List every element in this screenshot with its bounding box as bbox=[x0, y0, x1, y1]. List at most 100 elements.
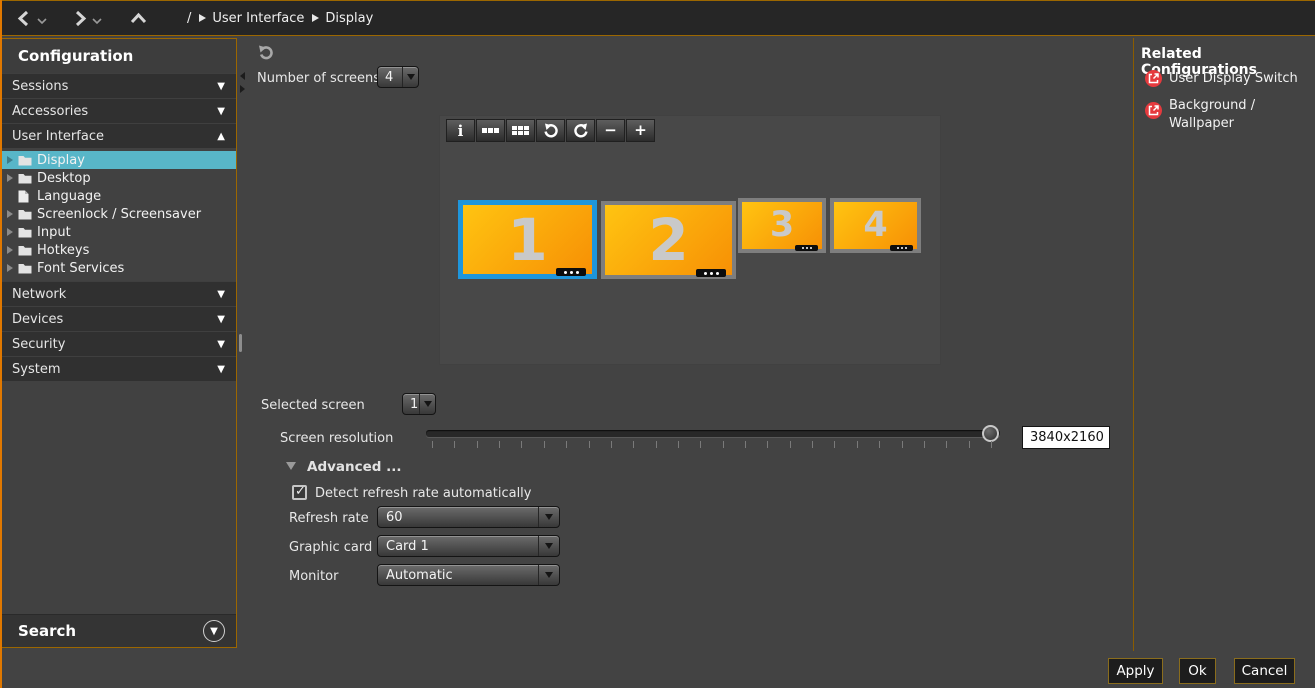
related-link-background-wallpaper[interactable]: Background / Wallpaper bbox=[1145, 99, 1287, 133]
forward-history-icon[interactable] bbox=[92, 18, 102, 25]
monitor-number: 4 bbox=[863, 208, 887, 243]
tree-item-font-services[interactable]: Font Services bbox=[2, 259, 236, 277]
breadcrumb-item[interactable]: Display bbox=[312, 11, 373, 26]
refresh-rate-select[interactable]: 60 bbox=[377, 506, 560, 528]
rotate-right-icon[interactable] bbox=[566, 119, 595, 142]
info-icon[interactable]: i bbox=[446, 119, 475, 142]
detect-refresh-checkbox[interactable]: ✓ bbox=[292, 485, 307, 500]
monitor-toolbar: i − + bbox=[446, 119, 656, 142]
section-label: Devices bbox=[12, 312, 63, 327]
navigation-bar: / User Interface Display bbox=[2, 0, 1315, 36]
back-history-icon[interactable] bbox=[37, 18, 47, 25]
related-link-label: Background / Wallpaper bbox=[1169, 97, 1287, 133]
back-icon[interactable] bbox=[16, 10, 33, 27]
tree-item-language[interactable]: Language bbox=[2, 187, 236, 205]
tree-item-screenlock[interactable]: Screenlock / Screensaver bbox=[2, 205, 236, 223]
search-panel[interactable]: Search ▼ bbox=[2, 614, 236, 647]
arrange-horizontal-icon[interactable] bbox=[476, 119, 505, 142]
monitor-4[interactable]: 4 bbox=[830, 198, 921, 253]
expander-icon[interactable] bbox=[7, 156, 13, 164]
chevron-up-icon: ▲ bbox=[217, 131, 225, 142]
folder-icon bbox=[18, 173, 32, 184]
breadcrumb-item-label: Display bbox=[325, 11, 373, 26]
sidebar-section-system[interactable]: System ▼ bbox=[2, 356, 236, 381]
resolution-slider-track[interactable] bbox=[426, 430, 1000, 437]
tree-item-input[interactable]: Input bbox=[2, 223, 236, 241]
tree-item-desktop[interactable]: Desktop bbox=[2, 169, 236, 187]
dropdown-button[interactable] bbox=[419, 394, 435, 414]
expander-icon[interactable] bbox=[7, 246, 13, 254]
folder-icon bbox=[18, 227, 32, 238]
cancel-button[interactable]: Cancel bbox=[1234, 658, 1295, 684]
monitor-number: 1 bbox=[507, 211, 547, 269]
chevron-down-icon: ▼ bbox=[217, 81, 225, 92]
tree-item-hotkeys[interactable]: Hotkeys bbox=[2, 241, 236, 259]
monitor-stand bbox=[556, 268, 586, 276]
zoom-out-icon[interactable]: − bbox=[596, 119, 625, 142]
up-icon[interactable] bbox=[130, 12, 147, 24]
resolution-slider-handle[interactable] bbox=[982, 425, 999, 442]
number-of-screens-select[interactable]: 4 bbox=[377, 66, 419, 88]
monitor-2[interactable]: 2 bbox=[601, 201, 736, 279]
checkmark-icon: ✓ bbox=[295, 484, 306, 499]
expander-icon[interactable] bbox=[7, 228, 13, 236]
user-interface-tree: Display Desktop Language Scre bbox=[2, 148, 236, 281]
graphic-card-select[interactable]: Card 1 bbox=[377, 535, 560, 557]
related-link-user-display-switch[interactable]: User Display Switch bbox=[1145, 70, 1298, 87]
tree-item-label: Hotkeys bbox=[37, 243, 89, 258]
sidebar-section-accessories[interactable]: Accessories ▼ bbox=[2, 98, 236, 123]
breadcrumb: / User Interface Display bbox=[187, 11, 373, 26]
search-label: Search bbox=[18, 622, 76, 640]
tree-item-label: Language bbox=[37, 189, 101, 204]
dropdown-button[interactable] bbox=[538, 565, 559, 585]
monitor-stand bbox=[795, 245, 818, 251]
tree-item-label: Input bbox=[37, 225, 71, 240]
chevron-down-icon: ▼ bbox=[217, 364, 225, 375]
breadcrumb-item[interactable]: User Interface bbox=[199, 11, 304, 26]
graphic-card-value: Card 1 bbox=[378, 536, 538, 556]
apply-button[interactable]: Apply bbox=[1108, 658, 1163, 684]
sidebar-section-user-interface[interactable]: User Interface ▲ bbox=[2, 123, 236, 148]
expander-icon[interactable] bbox=[7, 210, 13, 218]
search-expand-icon[interactable]: ▼ bbox=[203, 620, 225, 642]
arrange-grid-icon[interactable] bbox=[506, 119, 535, 142]
zoom-in-icon[interactable]: + bbox=[626, 119, 655, 142]
folder-icon bbox=[18, 263, 32, 274]
dropdown-button[interactable] bbox=[538, 507, 559, 527]
sidebar-section-devices[interactable]: Devices ▼ bbox=[2, 306, 236, 331]
monitor-select[interactable]: Automatic bbox=[377, 564, 560, 586]
external-link-icon bbox=[1145, 102, 1162, 119]
sidebar-section-security[interactable]: Security ▼ bbox=[2, 331, 236, 356]
monitor-1[interactable]: 1 bbox=[458, 200, 597, 279]
monitor-3[interactable]: 3 bbox=[738, 198, 826, 253]
chevron-down-icon: ▼ bbox=[217, 106, 225, 117]
monitor-number: 3 bbox=[770, 208, 794, 243]
breadcrumb-root[interactable]: / bbox=[187, 11, 191, 26]
section-label: Network bbox=[12, 287, 66, 302]
sidebar-section-network[interactable]: Network ▼ bbox=[2, 281, 236, 306]
expand-sidebar-icon[interactable] bbox=[240, 85, 245, 93]
rotate-left-icon[interactable] bbox=[536, 119, 565, 142]
collapse-sidebar-icon[interactable] bbox=[240, 72, 245, 80]
expander-icon[interactable] bbox=[7, 174, 13, 182]
forward-icon[interactable] bbox=[71, 10, 88, 27]
folder-icon bbox=[18, 209, 32, 220]
selected-screen-value: 1 bbox=[403, 394, 419, 414]
dropdown-button[interactable] bbox=[538, 536, 559, 556]
sidebar-empty-area bbox=[2, 381, 236, 614]
reset-parameter-icon[interactable] bbox=[258, 44, 275, 64]
selected-screen-select[interactable]: 1 bbox=[402, 393, 436, 415]
tree-item-display[interactable]: Display bbox=[2, 151, 236, 169]
refresh-rate-label: Refresh rate bbox=[289, 511, 369, 526]
ok-button[interactable]: Ok bbox=[1179, 658, 1216, 684]
advanced-label[interactable]: Advanced ... bbox=[307, 459, 402, 475]
expander-icon[interactable] bbox=[7, 264, 13, 272]
resolution-slider-ticks bbox=[432, 441, 992, 448]
sidebar-section-sessions[interactable]: Sessions ▼ bbox=[2, 73, 236, 98]
monitor-stand bbox=[890, 245, 913, 251]
chevron-down-icon: ▼ bbox=[217, 289, 225, 300]
resolution-value-box[interactable]: 3840x2160 bbox=[1022, 426, 1110, 449]
advanced-expander-icon[interactable] bbox=[286, 462, 296, 470]
dropdown-button[interactable] bbox=[402, 67, 418, 87]
splitter-handle[interactable] bbox=[239, 334, 242, 352]
